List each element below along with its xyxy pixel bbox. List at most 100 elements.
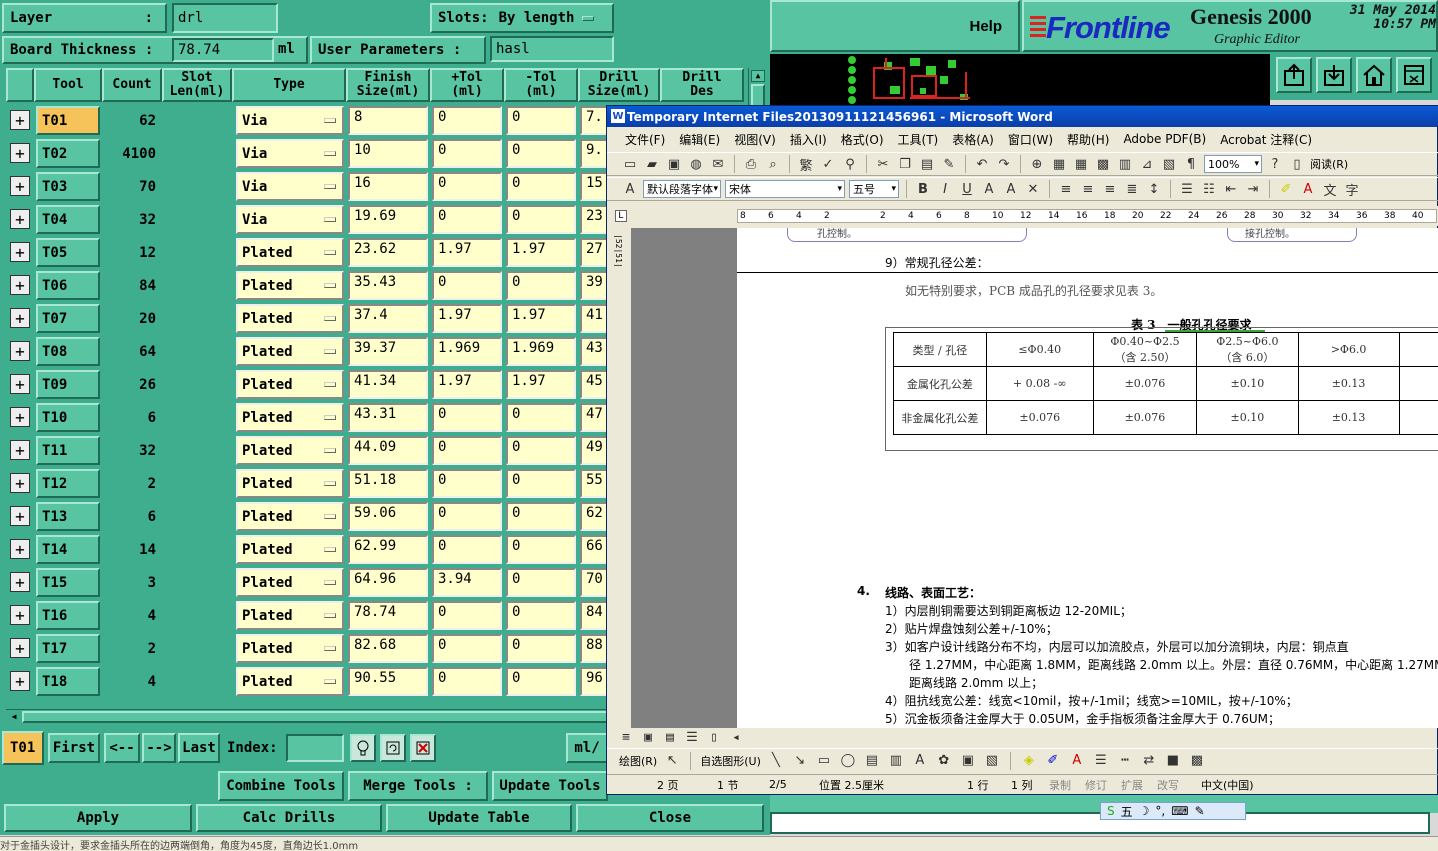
finish-size-field[interactable]: 37.4 [348,304,428,333]
clipart-icon[interactable]: ▣ [959,752,977,770]
dash-style-icon[interactable]: ┅ [1116,752,1134,770]
minus-tol-field[interactable]: 0 [506,139,576,168]
tool-type-select[interactable]: Plated [236,304,344,333]
char-border-icon[interactable]: A [980,180,998,198]
combine-tools-button[interactable]: Combine Tools [218,771,344,801]
tool-name-cell[interactable]: T16 [36,601,100,630]
finish-size-field[interactable]: 8 [348,106,428,135]
help-icon[interactable]: ? [1266,155,1284,173]
plus-tol-field[interactable]: 0 [432,271,502,300]
tool-name-cell[interactable]: T09 [36,370,100,399]
web-view-icon[interactable]: ▣ [639,728,657,746]
undo-icon[interactable]: ↶ [973,155,991,173]
finish-size-field[interactable]: 39.37 [348,337,428,366]
apply-button[interactable]: Apply [4,804,192,832]
enclose-char-icon[interactable]: 字 [1343,180,1361,199]
scroll-left-arrow-icon[interactable]: ◂ [727,728,745,746]
refresh-icon[interactable] [380,734,406,762]
vertical-ruler[interactable]: |52|51| [611,228,629,728]
tool-type-select[interactable]: Plated [236,601,344,630]
show-hide-icon[interactable]: ¶ [1182,155,1200,173]
tool-type-select[interactable]: Plated [236,238,344,267]
3d-icon[interactable]: ▩ [1188,752,1206,770]
tables-borders-icon[interactable]: ▦ [1050,155,1068,173]
insert-table-icon[interactable]: ▦ [1072,155,1090,173]
close-button[interactable]: Close [576,804,764,832]
punctuation-icon[interactable]: °, [1155,804,1165,818]
menu-file[interactable]: 文件(F) [625,131,665,148]
document-map-icon[interactable]: ▧ [1160,155,1178,173]
tool-type-select[interactable]: Plated [236,502,344,531]
arrow-style-icon[interactable]: ⇄ [1140,752,1158,770]
plus-tol-field[interactable]: 0 [432,469,502,498]
finish-size-field[interactable]: 90.55 [348,667,428,696]
align-center-icon[interactable]: ≡ [1079,180,1097,198]
expand-tool-icon[interactable]: + [10,440,30,460]
traditional-chinese-icon[interactable]: 繁 [797,155,815,174]
tool-type-select[interactable]: Plated [236,667,344,696]
index-field[interactable] [286,734,344,762]
tool-type-select[interactable]: Via [236,139,344,168]
scroll-thumb-horizontal[interactable] [22,711,612,723]
select-objects-icon[interactable]: ↖ [663,752,681,770]
finish-size-field[interactable]: 78.74 [348,601,428,630]
plus-tol-field[interactable]: 3.94 [432,568,502,597]
zoom-select[interactable]: 100% [1204,155,1262,173]
status-overtype[interactable]: 改写 [1157,777,1179,793]
autoshapes-menu[interactable]: 自选图形(U) [700,753,761,769]
align-right-icon[interactable]: ≡ [1101,180,1119,198]
tool-name-cell[interactable]: T14 [36,535,100,564]
menu-table[interactable]: 表格(A) [952,131,994,148]
plus-tol-field[interactable]: 0 [432,634,502,663]
ime-mode[interactable]: 五 [1121,803,1133,820]
minus-tol-field[interactable]: 0 [506,667,576,696]
status-extend[interactable]: 扩展 [1121,777,1143,793]
menu-window[interactable]: 窗口(W) [1008,131,1053,148]
char-shading-icon[interactable]: A [1002,180,1020,198]
arrow-icon[interactable]: ↘ [791,752,809,770]
save-icon[interactable]: ▣ [665,155,683,173]
tool-name-cell[interactable]: T17 [36,634,100,663]
tool-type-select[interactable]: Plated [236,403,344,432]
last-button[interactable]: Last [178,733,220,763]
tools-icon[interactable]: ✎ [1195,804,1205,818]
menu-format[interactable]: 格式(O) [841,131,884,148]
font-size-select[interactable]: 五号 [849,180,899,198]
tool-name-cell[interactable]: T18 [36,667,100,696]
paste-icon[interactable]: ▤ [918,155,936,173]
layer-field[interactable]: drl [172,3,278,33]
update-tools-button[interactable]: Update Tools [492,771,608,801]
numbering-icon[interactable]: ☰ [1178,180,1196,198]
insert-excel-icon[interactable]: ▩ [1094,155,1112,173]
tool-type-select[interactable]: Plated [236,337,344,366]
finish-size-field[interactable]: 35.43 [348,271,428,300]
expand-tool-icon[interactable]: + [10,209,30,229]
minus-tol-field[interactable]: 1.97 [506,370,576,399]
finish-size-field[interactable]: 10 [348,139,428,168]
tool-type-select[interactable]: Plated [236,271,344,300]
tool-name-cell[interactable]: T12 [36,469,100,498]
plus-tol-field[interactable]: 0 [432,172,502,201]
spellcheck-icon[interactable]: ✓ [819,155,837,173]
tool-type-select[interactable]: Via [236,172,344,201]
tool-name-cell[interactable]: T15 [36,568,100,597]
minus-tol-field[interactable]: 0 [506,601,576,630]
ime-toolbar[interactable]: S 五 ☽ °, ⌨ ✎ [1100,802,1246,820]
wordart-icon[interactable]: A [911,752,929,770]
finish-size-field[interactable]: 23.62 [348,238,428,267]
styles-pane-icon[interactable]: A [621,180,639,198]
finish-size-field[interactable]: 51.18 [348,469,428,498]
status-record[interactable]: 录制 [1049,777,1071,793]
tool-name-cell[interactable]: T03 [36,172,100,201]
document-page[interactable]: 孔控制。 接孔控制。 9）常规孔径公差： 如无特别要求，PCB 成品孔的孔径要求… [737,228,1438,728]
minus-tol-field[interactable]: 0 [506,403,576,432]
phonetic-guide-icon[interactable]: 文 [1321,180,1339,199]
plus-tol-field[interactable]: 1.969 [432,337,502,366]
moon-icon[interactable]: ☽ [1139,804,1150,818]
tool-name-cell[interactable]: T02 [36,139,100,168]
italic-icon[interactable]: I [936,180,954,198]
finish-size-field[interactable]: 59.06 [348,502,428,531]
minus-tol-field[interactable]: 0 [506,205,576,234]
rectangle-icon[interactable]: ▭ [815,752,833,770]
expand-tool-icon[interactable]: + [10,605,30,625]
